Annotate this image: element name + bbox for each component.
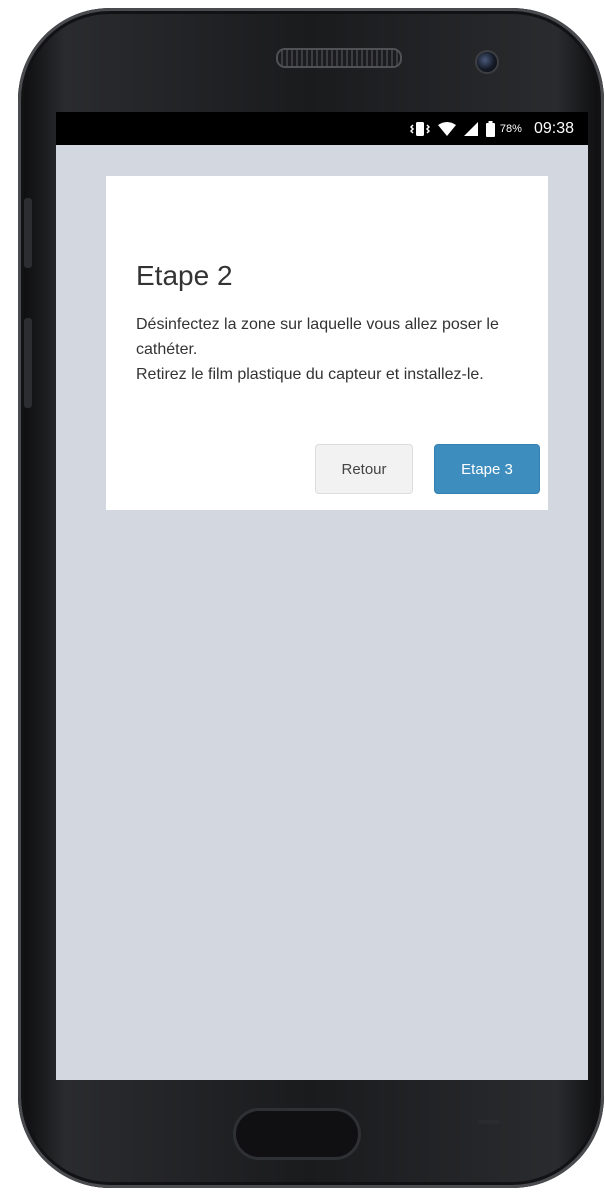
vibrate-icon (409, 121, 430, 137)
dialog-title: Etape 2 (136, 260, 233, 291)
dialog-body: Désinfectez la zone sur laquelle vous al… (136, 312, 518, 387)
screen: 78% 09:38 Etape 2 Désinfectez la zone su… (56, 112, 588, 1080)
battery-percent: 78% (499, 122, 522, 135)
volume-down-key (24, 318, 32, 408)
battery-icon (485, 120, 495, 137)
signal-icon (463, 121, 478, 136)
dialog-instruction-install: Retirez le film plastique du capteur et … (136, 366, 484, 383)
step-dialog: Etape 2 Désinfectez la zone sur laquelle… (106, 176, 548, 510)
volume-up-key (24, 198, 32, 268)
wifi-icon (437, 121, 456, 136)
status-bar: 78% 09:38 (56, 112, 588, 145)
status-clock: 09:38 (533, 119, 574, 137)
earpiece-speaker (276, 48, 402, 68)
next-step-button[interactable]: Etape 3 (434, 444, 540, 494)
back-key[interactable] (478, 1120, 500, 1124)
back-button[interactable]: Retour (315, 444, 413, 494)
home-button[interactable] (233, 1108, 361, 1160)
front-camera (475, 50, 499, 74)
dialog-instruction-disinfect: Désinfectez la zone sur laquelle vous al… (136, 316, 499, 358)
